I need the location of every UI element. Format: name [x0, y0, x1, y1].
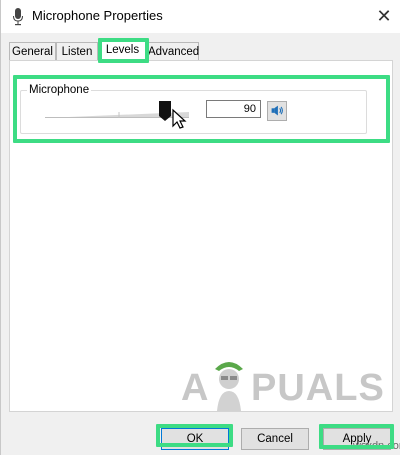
microphone-properties-dialog: Microphone Properties ✕ General Listen L…: [0, 0, 400, 455]
cancel-button[interactable]: Cancel: [241, 428, 309, 450]
ok-button-highlight: [156, 424, 233, 447]
tab-listen[interactable]: Listen: [56, 42, 98, 60]
close-button[interactable]: ✕: [369, 2, 399, 30]
apply-button-highlight: [319, 424, 394, 449]
mascot-icon: [215, 362, 243, 411]
tab-general[interactable]: General: [9, 42, 56, 60]
appuals-watermark: A PUALS: [181, 355, 384, 415]
tab-advanced[interactable]: Advanced: [147, 42, 199, 60]
microphone-icon: [13, 8, 23, 26]
levels-tab-highlight: [98, 38, 149, 63]
window-title: Microphone Properties: [32, 8, 163, 23]
title-bar: Microphone Properties ✕: [1, 0, 400, 33]
close-icon: ✕: [376, 6, 392, 26]
microphone-group-highlight: [13, 75, 390, 143]
watermark-prefix: A: [181, 367, 210, 409]
watermark-text: PUALS: [251, 367, 385, 409]
